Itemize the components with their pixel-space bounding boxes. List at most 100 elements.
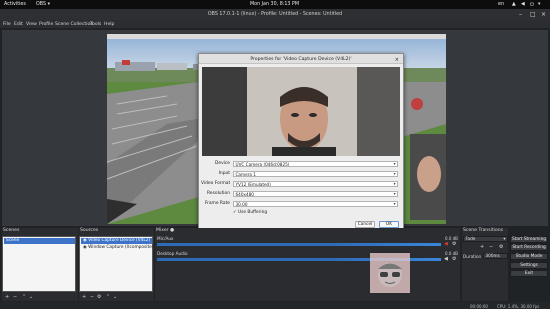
transition-type: Fade <box>465 236 476 241</box>
add-scene-icon[interactable]: + <box>5 294 9 300</box>
input-value: Camera 1 <box>235 171 256 177</box>
sources-list[interactable]: ◉ Video Capture Device (V4L2) ◉ Window C… <box>79 236 153 292</box>
chevron-down-icon: ▾ <box>393 181 396 186</box>
clock[interactable]: Mon Jan 30, 8:13 PM <box>250 2 299 7</box>
studio-mode-button[interactable]: Studio Mode <box>510 253 548 260</box>
use-buffering-checkbox[interactable]: ✓ Use Buffering <box>233 210 267 215</box>
status-bar: 00:00:00 CPU: 1.4%, 30.00 fps <box>0 302 550 309</box>
use-buffering-label: Use Buffering <box>237 210 268 215</box>
sources-panel: Sources ◉ Video Capture Device (V4L2) ◉ … <box>79 228 154 301</box>
mixer-panel: Mixer ● <box>155 228 460 301</box>
chevron-down-icon: ▾ <box>393 161 396 166</box>
source-item-label: Video Capture Device (V4L2) <box>88 238 151 243</box>
gear-icon[interactable]: ⚙ <box>452 256 456 262</box>
chevron-down-icon: ▾ <box>393 171 396 176</box>
sunglasses-face-logo <box>378 263 402 287</box>
volume-meter <box>157 243 441 246</box>
channel-name: Mic/Aux <box>157 236 174 241</box>
maximize-icon[interactable]: □ <box>530 11 536 18</box>
window-title: OBS 17.0.1-1 (linux) - Profile: Untitled… <box>207 12 343 17</box>
duration-input[interactable]: 300ms <box>483 253 508 259</box>
source-properties-icon[interactable]: ⚙ <box>97 294 101 300</box>
menu-tools[interactable]: Tools <box>90 22 101 27</box>
mixer-title: Mixer ● <box>156 228 174 233</box>
move-down-icon[interactable]: ⌄ <box>29 294 33 300</box>
video-format-value: YV12 (Emulated) <box>235 181 271 187</box>
mute-icon[interactable]: ◀ <box>444 241 448 247</box>
move-up-icon[interactable]: ⌃ <box>106 294 110 300</box>
source-item[interactable]: ◉ Video Capture Device (V4L2) <box>81 238 152 244</box>
device-label: Device <box>214 161 230 166</box>
add-source-icon[interactable]: + <box>82 294 86 300</box>
webcam-face-image <box>202 67 400 156</box>
eye-icon[interactable]: ◉ <box>83 238 87 243</box>
input-select[interactable]: Camera 1 ▾ <box>233 170 398 177</box>
status-cpu: CPU: 1.4%, 30.00 fps <box>497 303 540 309</box>
remove-scene-icon[interactable]: − <box>13 294 17 300</box>
menu-view[interactable]: View <box>26 22 37 27</box>
frame-rate-value: 30.00 <box>235 201 248 207</box>
volume-icon[interactable]: ◀ <box>521 2 525 7</box>
webcam-preview <box>202 67 400 156</box>
channel-name: Desktop Audio <box>157 251 188 256</box>
cancel-button[interactable]: Cancel <box>355 221 375 228</box>
app-menu[interactable]: OBS ▾ <box>36 2 50 7</box>
add-transition-icon[interactable]: + <box>480 244 484 250</box>
speaker-icon[interactable]: ◀ <box>444 256 448 262</box>
dialog-close-icon[interactable]: × <box>395 57 399 63</box>
help-icon[interactable]: ● <box>170 228 174 233</box>
chevron-down-icon: ▾ <box>47 2 50 7</box>
menu-profile[interactable]: Profile <box>39 22 53 27</box>
activities-button[interactable]: Activities <box>4 2 26 7</box>
scenes-list[interactable]: Scene <box>2 236 76 292</box>
menu-edit[interactable]: Edit <box>14 22 23 27</box>
checkmark-icon: ✓ <box>233 210 237 215</box>
menu-help[interactable]: Help <box>104 22 114 27</box>
settings-button[interactable]: Settings <box>510 262 548 269</box>
window-title-bar: OBS 17.0.1-1 (linux) - Profile: Untitled… <box>0 9 550 20</box>
sources-title: Sources <box>80 228 99 233</box>
duration-label: Duration <box>463 254 482 259</box>
network-icon[interactable]: ▲ <box>512 2 516 7</box>
watermark-logo <box>370 253 410 293</box>
frame-rate-select[interactable]: 30.00 ▾ <box>233 200 398 207</box>
mixer-title-label: Mixer <box>156 228 169 233</box>
start-recording-button[interactable]: Start Recording <box>510 244 548 251</box>
remove-source-icon[interactable]: − <box>90 294 94 300</box>
source-item-label: Window Capture (Xcomposite) <box>88 245 154 250</box>
properties-dialog: Properties for 'Video Capture Device (V4… <box>198 53 404 231</box>
resolution-label: Resolution <box>207 191 230 196</box>
move-up-icon[interactable]: ⌃ <box>22 294 26 300</box>
menu-file[interactable]: File <box>3 22 11 27</box>
video-format-select[interactable]: YV12 (Emulated) ▾ <box>233 180 398 187</box>
video-format-label: Video Format <box>201 181 231 186</box>
input-label: Input <box>218 171 230 176</box>
menu-scene-collection[interactable]: Scene Collection <box>55 22 93 27</box>
power-icon[interactable]: ⏻ <box>530 2 534 8</box>
scenes-title: Scenes <box>3 228 20 233</box>
close-icon[interactable]: × <box>541 11 546 18</box>
device-select[interactable]: UVC Camera (046d:0825) ▾ <box>233 160 398 167</box>
system-menu-chevron-icon[interactable]: ▾ <box>538 2 540 7</box>
eye-icon[interactable]: ◉ <box>83 245 87 250</box>
scenes-panel: Scenes Scene + − ⌃ ⌄ <box>2 228 78 301</box>
chevron-down-icon: ▾ <box>393 191 396 196</box>
chevron-down-icon: ▾ <box>393 201 396 206</box>
exit-button[interactable]: Exit <box>510 270 548 277</box>
gear-icon[interactable]: ⚙ <box>452 241 456 247</box>
minimize-icon[interactable]: – <box>519 11 522 18</box>
remove-transition-icon[interactable]: − <box>489 244 493 250</box>
duration-value: 300ms <box>485 253 500 258</box>
scene-item[interactable]: Scene <box>4 238 75 244</box>
ok-button[interactable]: OK <box>379 221 399 228</box>
move-down-icon[interactable]: ⌄ <box>113 294 117 300</box>
transition-properties-icon[interactable]: ⚙ <box>499 244 503 250</box>
language-indicator[interactable]: en <box>498 2 504 7</box>
start-streaming-button[interactable]: Start Streaming <box>510 236 548 243</box>
resolution-value: 640x480 <box>235 191 254 197</box>
transition-select[interactable]: Fade ▾ <box>463 236 508 242</box>
system-top-bar: Activities OBS ▾ Mon Jan 30, 8:13 PM en … <box>0 0 550 9</box>
chevron-down-icon: ▾ <box>503 236 506 241</box>
source-item[interactable]: ◉ Window Capture (Xcomposite) <box>81 245 154 251</box>
resolution-select[interactable]: 640x480 ▾ <box>233 190 398 197</box>
